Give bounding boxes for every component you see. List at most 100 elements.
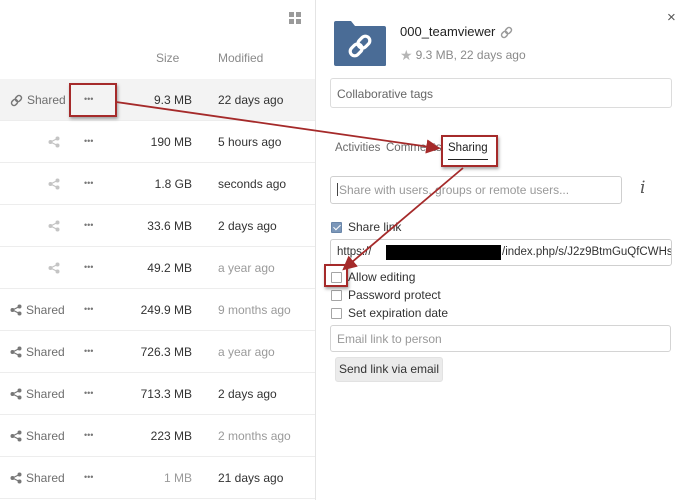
file-row[interactable]: Shared ••• 1 MB 21 days ago: [0, 457, 315, 499]
link-url-suffix: /index.php/s/J2z9BtmGuQfCWHs: [502, 246, 672, 258]
password-protect-option[interactable]: Password protect: [331, 288, 441, 302]
more-actions-icon[interactable]: •••: [84, 178, 98, 188]
more-actions-icon[interactable]: •••: [84, 220, 98, 230]
email-link-input[interactable]: Email link to person: [330, 325, 671, 352]
grid-view-icon[interactable]: [289, 12, 301, 24]
shared-label: Shared: [26, 471, 65, 485]
file-modified: 9 months ago: [218, 303, 291, 317]
shared-label: Shared: [26, 387, 65, 401]
file-row[interactable]: ••• 49.2 MB a year ago: [0, 247, 315, 289]
share-status-cell[interactable]: [0, 121, 66, 163]
share-input-placeholder: Share with users, groups or remote users…: [339, 183, 570, 197]
text-caret: [337, 183, 338, 196]
share-status-cell[interactable]: Shared: [0, 331, 66, 373]
file-row[interactable]: Shared ••• 9.3 MB 22 days ago: [0, 79, 315, 121]
highlight-box-allow-editing: [324, 264, 348, 287]
share-status-cell[interactable]: Shared: [0, 457, 66, 499]
share-status-cell[interactable]: [0, 205, 66, 247]
share-icon: [10, 304, 22, 316]
file-size: 1.8 GB: [154, 177, 192, 191]
share-icon: [48, 178, 60, 190]
more-actions-icon[interactable]: •••: [84, 262, 98, 272]
expiration-date-option[interactable]: Set expiration date: [331, 306, 448, 320]
favorite-star-icon[interactable]: ★: [400, 48, 413, 62]
file-size: 190 MB: [150, 135, 192, 149]
file-modified: a year ago: [218, 345, 275, 359]
link-url-prefix: https://: [337, 246, 372, 258]
column-header-size[interactable]: Size: [156, 51, 179, 65]
share-status-cell[interactable]: [0, 247, 66, 289]
file-modified: 2 days ago: [218, 219, 277, 233]
share-link-url-field[interactable]: https:// /index.php/s/J2z9BtmGuQfCWHs: [330, 239, 672, 266]
file-modified: 5 hours ago: [218, 135, 282, 149]
shared-folder-icon: [334, 21, 386, 66]
expiration-date-label: Set expiration date: [348, 306, 449, 320]
file-size: 9.3 MB: [153, 93, 192, 107]
share-with-users-input[interactable]: Share with users, groups or remote users…: [330, 176, 622, 204]
collaborative-tags-input[interactable]: Collaborative tags: [330, 78, 672, 108]
link-icon: [10, 94, 23, 106]
more-actions-icon[interactable]: •••: [84, 304, 98, 314]
file-name-title: 000_teamviewer: [400, 24, 496, 39]
file-row[interactable]: ••• 190 MB 5 hours ago: [0, 121, 315, 163]
tab-comments[interactable]: Comments: [386, 142, 442, 154]
tab-activities[interactable]: Activities: [335, 142, 380, 154]
file-row[interactable]: Shared ••• 249.9 MB 9 months ago: [0, 289, 315, 331]
column-header-modified[interactable]: Modified: [218, 51, 263, 65]
more-actions-icon[interactable]: •••: [84, 346, 98, 356]
highlight-box-sharing-tab: [441, 135, 498, 167]
file-size: 1 MB: [163, 471, 192, 485]
more-actions-icon[interactable]: •••: [84, 136, 98, 146]
file-modified: a year ago: [218, 261, 275, 275]
redaction-bar: [386, 245, 501, 260]
file-size: 713.3 MB: [140, 387, 192, 401]
close-icon[interactable]: ×: [667, 10, 676, 25]
link-icon[interactable]: [500, 26, 513, 39]
file-row[interactable]: Shared ••• 223 MB 2 months ago: [0, 415, 315, 457]
share-status-cell[interactable]: Shared: [0, 373, 66, 415]
file-modified: 2 days ago: [218, 387, 277, 401]
info-icon[interactable]: i: [640, 178, 645, 198]
share-link-option[interactable]: Share link: [331, 220, 401, 234]
file-meta-text: 9.3 MB, 22 days ago: [415, 48, 526, 62]
file-list-panel: Size Modified Shared ••• 9.3 MB 22 days ago…: [0, 0, 316, 500]
file-size: 726.3 MB: [140, 345, 192, 359]
file-modified: 2 months ago: [218, 429, 291, 443]
share-icon: [10, 472, 22, 484]
share-icon: [10, 430, 22, 442]
password-protect-label: Password protect: [348, 288, 441, 302]
file-row[interactable]: ••• 33.6 MB 2 days ago: [0, 205, 315, 247]
send-link-email-button[interactable]: Send link via email: [335, 357, 443, 382]
share-status-cell[interactable]: [0, 163, 66, 205]
share-icon: [48, 220, 60, 232]
share-icon: [10, 346, 22, 358]
more-actions-icon[interactable]: •••: [84, 388, 98, 398]
more-actions-icon[interactable]: •••: [84, 472, 98, 482]
file-modified: 22 days ago: [218, 93, 284, 107]
file-modified: seconds ago: [218, 177, 287, 191]
shared-label: Shared: [27, 93, 66, 107]
shared-label: Shared: [26, 345, 65, 359]
more-actions-icon[interactable]: •••: [84, 430, 98, 440]
share-link-checkbox[interactable]: [331, 221, 342, 233]
share-icon: [10, 388, 22, 400]
highlight-box-more-menu: [69, 83, 117, 117]
file-row[interactable]: Shared ••• 713.3 MB 2 days ago: [0, 373, 315, 415]
file-size: 223 MB: [150, 429, 192, 443]
share-link-label: Share link: [348, 220, 402, 234]
file-row[interactable]: Shared ••• 726.3 MB a year ago: [0, 331, 315, 373]
allow-editing-label: Allow editing: [348, 270, 416, 284]
file-row[interactable]: ••• 1.8 GB seconds ago: [0, 163, 315, 205]
share-status-cell[interactable]: Shared: [0, 415, 66, 457]
share-status-cell[interactable]: Shared: [0, 79, 66, 121]
file-meta: ★ 9.3 MB, 22 days ago: [400, 48, 526, 62]
password-protect-checkbox[interactable]: [331, 289, 342, 301]
shared-label: Shared: [26, 429, 65, 443]
share-icon: [48, 262, 60, 274]
shared-label: Shared: [26, 303, 65, 317]
share-status-cell[interactable]: Shared: [0, 289, 66, 331]
file-size: 33.6 MB: [147, 219, 192, 233]
share-icon: [48, 136, 60, 148]
expiration-date-checkbox[interactable]: [331, 307, 342, 319]
file-size: 49.2 MB: [147, 261, 192, 275]
